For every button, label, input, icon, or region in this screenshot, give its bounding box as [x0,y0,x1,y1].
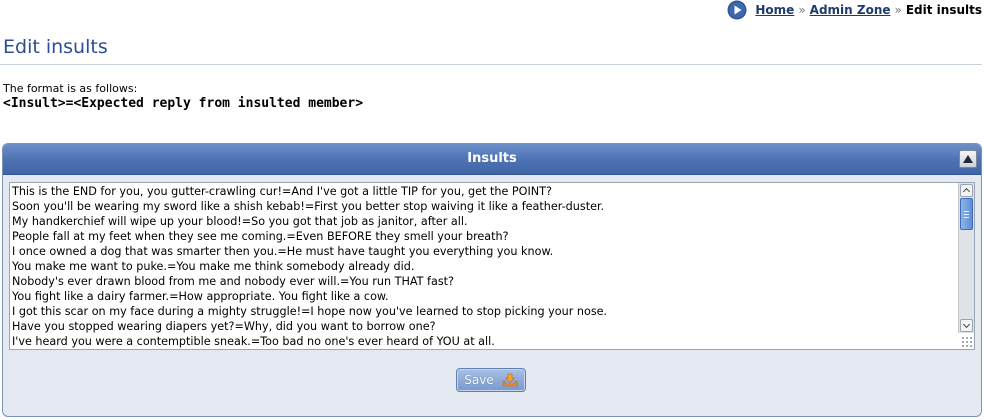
panel-title: Insults [467,151,517,166]
grip-line [964,217,969,218]
title-divider [0,64,982,65]
insult-line: You make me want to puke.=You make me th… [12,260,415,273]
breadcrumb-separator: » [798,3,806,17]
insult-line: Have you stopped wearing diapers yet?=Wh… [12,320,436,333]
scrollbar-thumb[interactable] [960,198,973,230]
insult-line: You fight like a dairy farmer.=How appro… [12,290,389,303]
resize-handle[interactable] [961,336,973,348]
breadcrumb-link-home[interactable]: Home [755,3,794,17]
chevron-up-icon [962,187,971,196]
textarea-scrollbar[interactable] [958,183,974,333]
save-button[interactable]: Save [456,368,526,392]
insults-panel: Insults This is the END for you, you gut… [2,143,982,417]
insult-line: People fall at my feet when they see me … [12,230,509,243]
insult-line: My handkerchief will wipe up your blood!… [12,215,468,228]
chevron-down-icon [962,320,971,329]
grip-line [964,211,969,212]
format-code-text: <Insult>=<Expected reply from insulted m… [3,96,364,111]
grip-line [964,214,969,215]
breadcrumb-link-admin-zone[interactable]: Admin Zone [810,3,891,17]
play-circle-icon [727,0,747,20]
format-intro-text: The format is as follows: [3,82,138,95]
collapse-up-icon [963,155,973,163]
save-download-icon [502,373,518,387]
insults-textarea-content[interactable]: This is the END for you, you gutter-craw… [10,183,958,349]
page-title: Edit insults [3,36,108,58]
insults-textarea[interactable]: This is the END for you, you gutter-craw… [9,182,975,350]
insult-line: I once owned a dog that was smarter then… [12,245,554,258]
collapse-panel-button[interactable] [959,150,977,168]
breadcrumb: Home » Admin Zone » Edit insults [727,0,982,20]
insult-line: I got this scar on my face during a migh… [12,305,608,318]
panel-header: Insults [3,144,981,175]
scroll-down-button[interactable] [960,319,973,332]
scroll-up-button[interactable] [960,184,973,197]
insult-line: I've heard you were a contemptible sneak… [12,335,495,348]
save-button-label: Save [464,373,494,387]
breadcrumb-current: Edit insults [905,3,982,17]
insult-line: Soon you'll be wearing my sword like a s… [12,200,605,213]
insult-line: This is the END for you, you gutter-craw… [12,185,552,198]
insult-line: Nobody's ever drawn blood from me and no… [12,275,454,288]
breadcrumb-separator: » [894,3,902,17]
